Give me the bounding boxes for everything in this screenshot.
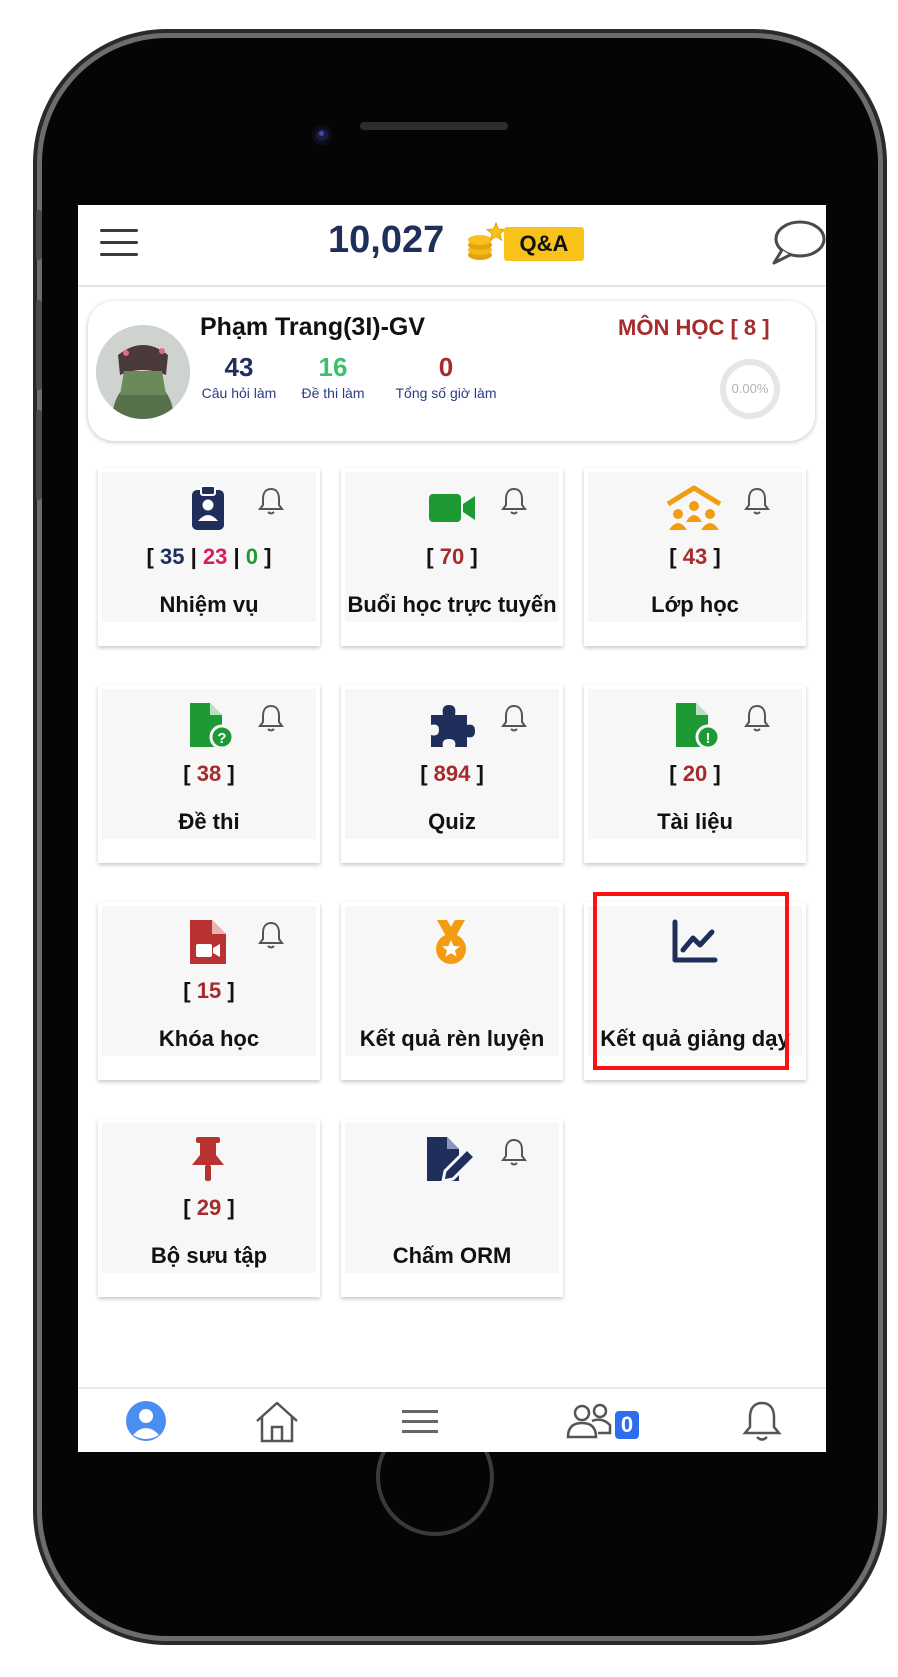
file-alert-icon: ! <box>676 703 718 749</box>
tile-khoa-hoc[interactable]: [ 15 ] Khóa học <box>98 902 320 1080</box>
count-value: 15 <box>196 978 222 1003</box>
video-camera-icon <box>429 494 475 522</box>
bell-icon[interactable] <box>258 703 284 733</box>
qa-button[interactable]: Q&A <box>504 227 584 261</box>
top-bar: 10,027 Q&A <box>78 205 826 287</box>
stat-label: Tổng số giờ làm <box>395 385 497 401</box>
bell-icon[interactable] <box>744 703 770 733</box>
tile-label: Chấm ORM <box>392 1243 512 1268</box>
count-value: 35 <box>160 544 185 569</box>
app-screen: 10,027 Q&A Phạm Trang(3I)-GV 43 Câu hỏi … <box>78 205 826 1452</box>
user-name: Phạm Trang(3I)-GV <box>200 313 426 341</box>
tile-cham-orm[interactable]: Chấm ORM <box>341 1119 563 1297</box>
bell-icon[interactable] <box>738 1399 786 1443</box>
volume-down-button <box>36 410 42 500</box>
stat-questions: 43 Câu hỏi làm <box>194 351 284 401</box>
coins-icon <box>468 221 506 260</box>
selection-highlight <box>593 892 789 1070</box>
count: [ 20 ] <box>669 761 721 786</box>
bell-icon[interactable] <box>744 486 770 516</box>
tile-ket-qua-ren-luyen[interactable]: Kết quả rèn luyện <box>341 902 563 1080</box>
subjects-link[interactable]: MÔN HỌC [ 8 ] <box>618 315 770 341</box>
classroom-icon <box>666 485 722 530</box>
count: [ 15 ] <box>183 978 235 1003</box>
tile-label: Quiz <box>428 809 476 834</box>
bottom-nav: 0 <box>78 1387 826 1452</box>
bell-icon[interactable] <box>258 920 284 950</box>
count-value: 43 <box>682 544 708 569</box>
tile-quiz[interactable]: [ 894 ] Quiz <box>341 685 563 863</box>
progress-ring: 0.00% <box>720 359 780 419</box>
stat-label: Đề thi làm <box>301 385 365 401</box>
home-icon[interactable] <box>253 1399 301 1443</box>
bell-icon[interactable] <box>501 703 527 733</box>
task-counts: [ 35 | 23 | 0 ] <box>146 544 272 569</box>
menu-icon[interactable] <box>100 229 138 257</box>
stat-exams: 16 Đề thi làm <box>288 351 378 401</box>
file-video-icon <box>190 920 226 964</box>
bell-icon[interactable] <box>501 1137 527 1167</box>
svg-text:!: ! <box>706 730 711 747</box>
tile-nhiem-vu[interactable]: [ 35 | 23 | 0 ] Nhiệm vụ <box>98 468 320 646</box>
file-question-icon: ? <box>190 703 232 749</box>
tile-label: Kết quả rèn luyện <box>359 1026 545 1051</box>
chat-icon[interactable] <box>768 219 826 269</box>
count-value: 70 <box>439 544 465 569</box>
front-camera <box>312 125 332 145</box>
points-balance: 10,027 <box>328 219 445 261</box>
tile-label: Buổi học trực tuyến <box>347 592 557 617</box>
earpiece-speaker <box>360 122 508 130</box>
count: [ 29 ] <box>183 1195 235 1220</box>
file-pen-icon <box>427 1137 478 1183</box>
puzzle-icon <box>431 705 475 747</box>
svg-text:?: ? <box>217 730 226 747</box>
stat-hours: 0 Tổng số giờ làm <box>386 351 506 401</box>
count-value: 0 <box>245 544 258 569</box>
stat-label: Câu hỏi làm <box>201 385 277 401</box>
mute-switch <box>36 210 42 260</box>
avatar <box>96 325 190 419</box>
count-value: 894 <box>433 761 471 786</box>
tile-label: Lớp học <box>651 592 739 617</box>
count: [ 38 ] <box>183 761 235 786</box>
count-value: 20 <box>682 761 708 786</box>
count: [ 70 ] <box>426 544 478 569</box>
profile-icon[interactable] <box>122 1399 170 1443</box>
tile-lop-hoc[interactable]: [ 43 ] Lớp học <box>584 468 806 646</box>
groups-badge: 0 <box>615 1411 639 1439</box>
stat-value: 16 <box>318 352 348 382</box>
tile-bo-suu-tap[interactable]: [ 29 ] Bộ sưu tập <box>98 1119 320 1297</box>
bell-icon[interactable] <box>501 486 527 516</box>
clipboard-user-icon <box>192 485 224 530</box>
count-value: 23 <box>202 544 228 569</box>
bell-icon[interactable] <box>258 486 284 516</box>
menu-icon[interactable] <box>396 1399 444 1443</box>
tile-label: Tài liệu <box>657 809 733 834</box>
tile-label: Đề thi <box>178 809 240 834</box>
count: [ 43 ] <box>669 544 721 569</box>
volume-up-button <box>36 300 42 390</box>
profile-card[interactable]: Phạm Trang(3I)-GV 43 Câu hỏi làm 16 Đề t… <box>88 301 815 441</box>
count: [ 894 ] <box>420 761 484 786</box>
users-icon[interactable] <box>566 1399 614 1443</box>
tile-buoi-hoc-truc-tuyen[interactable]: [ 70 ] Buổi học trực tuyến <box>341 468 563 646</box>
stat-value: 0 <box>438 352 454 382</box>
tile-label: Bộ sưu tập <box>150 1243 268 1268</box>
stat-value: 43 <box>224 352 254 382</box>
medal-icon <box>436 920 466 964</box>
tile-tai-lieu[interactable]: ! [ 20 ] Tài liệu <box>584 685 806 863</box>
count-value: 29 <box>196 1195 222 1220</box>
pin-icon <box>192 1137 224 1181</box>
tile-label: Nhiệm vụ <box>159 592 259 617</box>
tile-label: Khóa học <box>158 1026 260 1051</box>
count-value: 38 <box>196 761 222 786</box>
tile-de-thi[interactable]: ? [ 38 ] Đề thi <box>98 685 320 863</box>
